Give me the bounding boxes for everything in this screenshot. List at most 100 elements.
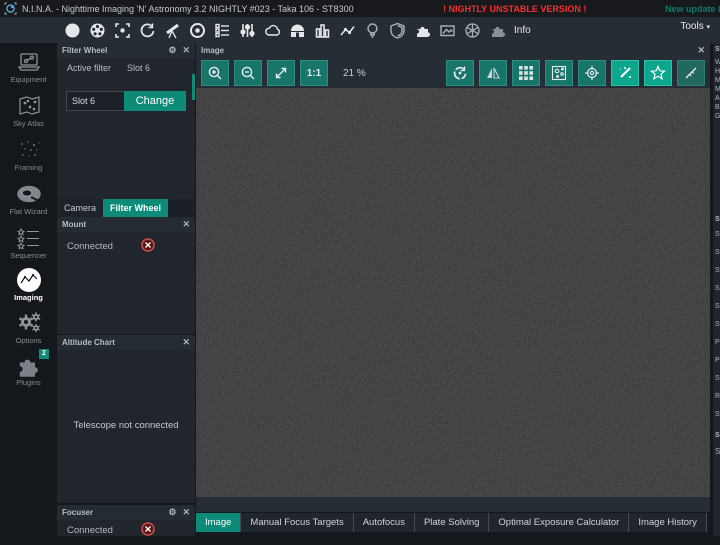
imaging-bottom-tabs: Image Manual Focus Targets Autofocus Pla… [196, 513, 707, 532]
right-edge-clipped-panels: St W H M M A B G Sta St St St Sn Se St P… [711, 43, 720, 536]
change-filter-button[interactable]: Change [124, 91, 186, 111]
telescope-icon[interactable] [164, 22, 181, 39]
switch-icon[interactable] [239, 22, 256, 39]
image-panel-close-icon[interactable]: ✕ [697, 45, 705, 56]
tab-camera[interactable]: Camera [57, 199, 103, 217]
flip-image-button[interactable] [479, 60, 507, 86]
camera-icon[interactable] [64, 22, 81, 39]
hfr-history-icon[interactable] [339, 22, 356, 39]
sidebar-item-sky-atlas[interactable]: Sky Atlas [0, 92, 57, 134]
panel-toggle-toolbar: Info [0, 17, 720, 43]
tab-manual-focus-targets[interactable]: Manual Focus Targets [241, 513, 353, 532]
sidebar-item-flat-wizard[interactable]: Flat Wizard [0, 180, 57, 222]
info-button[interactable]: Info [514, 25, 531, 36]
crosshair-button[interactable] [578, 60, 606, 86]
filter-wheel-close-icon[interactable]: ✕ [182, 45, 190, 56]
dome-icon[interactable] [289, 22, 306, 39]
sky-atlas-icon [0, 92, 57, 119]
focuser-panel-header: Focuser ⚙ ✕ [57, 505, 195, 520]
tab-optimal-exposure-calculator[interactable]: Optimal Exposure Calculator [489, 513, 629, 532]
clipped-bottom-tab: S [713, 447, 720, 456]
histogram-icon[interactable] [314, 22, 331, 39]
active-filter-label: Active filter [67, 63, 111, 73]
star-detection-button[interactable] [644, 60, 672, 86]
captured-image-canvas[interactable] [196, 88, 710, 497]
one-to-one-button[interactable]: 1:1 [300, 60, 328, 86]
zoom-in-button[interactable] [201, 60, 229, 86]
image-panel-title: Image [201, 46, 224, 55]
dock-tab-strip: Camera Filter Wheel [57, 199, 195, 217]
mount-panel-header: Mount ✕ [57, 217, 195, 232]
altitude-chart-message: Telescope not connected [57, 420, 195, 431]
filter-wheel-panel-title: Filter Wheel [62, 46, 107, 55]
guider-icon[interactable] [189, 22, 206, 39]
wheel-icon[interactable] [464, 22, 481, 39]
auto-stretch-button[interactable] [611, 60, 639, 86]
zoom-out-button[interactable] [234, 60, 262, 86]
altitude-chart-header: Altitude Chart ✕ [57, 335, 195, 350]
focuser-connected-label: Connected [67, 525, 113, 536]
mount-panel-title: Mount [62, 220, 86, 229]
plugin-alt-icon[interactable] [489, 22, 506, 39]
image-panel-header: Image ✕ [196, 43, 710, 58]
framing-icon [0, 136, 57, 163]
active-filter-value: Slot 6 [127, 63, 150, 73]
focuser-settings-icon[interactable]: ⚙ [168, 507, 176, 518]
sidebar-item-sequencer[interactable]: Sequencer [0, 224, 57, 266]
main-nav-sidebar: Equipment Sky Atlas Framing Flat Wizard … [0, 43, 57, 536]
focuser-panel: Focuser ⚙ ✕ Connected [57, 505, 195, 536]
filter-wheel-icon[interactable] [89, 22, 106, 39]
mount-disconnected-icon [141, 238, 155, 255]
focuser-status-row: Connected [57, 520, 195, 545]
image-panel: Image ✕ 1:1 21 % [196, 43, 710, 512]
focuser-disconnected-icon [141, 522, 155, 539]
tools-caret-icon: ▾ [706, 24, 710, 31]
image-toolbar: 1:1 21 % [196, 58, 710, 88]
zoom-percentage: 21 % [343, 68, 366, 79]
tab-plate-solving[interactable]: Plate Solving [415, 513, 489, 532]
sequence-icon[interactable] [214, 22, 231, 39]
focuser-icon[interactable] [114, 22, 131, 39]
image-frame-icon[interactable] [439, 22, 456, 39]
sidebar-item-equipment[interactable]: Equipment [0, 48, 57, 90]
sequencer-icon [0, 224, 57, 251]
dock-splitter-handle[interactable] [192, 74, 195, 100]
tab-filter-wheel[interactable]: Filter Wheel [103, 199, 168, 217]
mount-connected-label: Connected [67, 241, 113, 252]
altitude-chart-panel: Altitude Chart ✕ Telescope not connected [57, 335, 195, 503]
plate-solve-overlay-button[interactable] [545, 60, 573, 86]
mount-status-row: Connected [57, 232, 195, 261]
altitude-chart-title: Altitude Chart [62, 338, 115, 347]
update-notice[interactable]: New update i [665, 4, 720, 14]
weather-icon[interactable] [264, 22, 281, 39]
sidebar-item-plugins[interactable]: 2 Plugins [0, 351, 57, 393]
tab-autofocus[interactable]: Autofocus [354, 513, 415, 532]
filter-wheel-settings-icon[interactable]: ⚙ [168, 45, 176, 56]
mount-close-icon[interactable]: ✕ [182, 219, 190, 230]
sidebar-item-options[interactable]: Options [0, 309, 57, 351]
rotate-image-button[interactable] [446, 60, 474, 86]
mount-panel: Mount ✕ Connected [57, 217, 195, 334]
sidebar-item-framing[interactable]: Framing [0, 136, 57, 178]
sidebar-item-imaging[interactable]: Imaging [0, 266, 57, 308]
grid-overlay-button[interactable] [512, 60, 540, 86]
rotator-icon[interactable] [139, 22, 156, 39]
plugins-icon[interactable] [414, 22, 431, 39]
plugins-nav-icon: 2 [0, 351, 57, 378]
safety-monitor-icon[interactable] [389, 22, 406, 39]
altitude-chart-close-icon[interactable]: ✕ [182, 337, 190, 348]
filter-wheel-panel-header: Filter Wheel ⚙ ✕ [57, 43, 195, 58]
flat-device-icon[interactable] [364, 22, 381, 39]
focuser-panel-title: Focuser [62, 508, 93, 517]
nightly-warning: ! NIGHTLY UNSTABLE VERSION ! [443, 4, 586, 14]
tools-menu-button[interactable]: Tools ▾ [680, 21, 710, 32]
focuser-close-icon[interactable]: ✕ [182, 507, 190, 518]
clipped-panel2-header: Sta [713, 216, 720, 223]
title-bar: N.I.N.A. - Nighttime Imaging 'N' Astrono… [0, 0, 720, 17]
star-annotation-button[interactable] [677, 60, 705, 86]
equipment-icon [0, 48, 57, 75]
fit-to-screen-button[interactable] [267, 60, 295, 86]
imaging-icon [0, 266, 57, 293]
tab-image[interactable]: Image [196, 513, 241, 532]
tab-image-history[interactable]: Image History [629, 513, 707, 532]
